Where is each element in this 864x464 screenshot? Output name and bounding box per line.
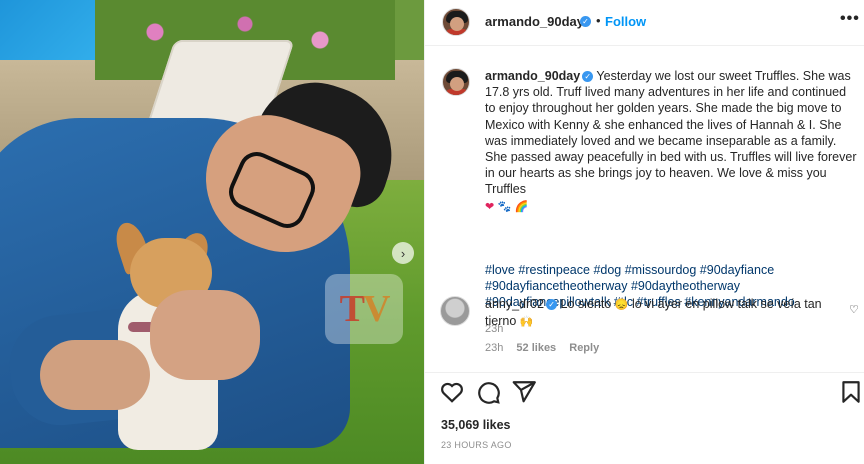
share-paper-plane-icon[interactable] [511,379,537,405]
caption-text: armando_90day ✓ Yesterday we lost our swe… [485,68,857,215]
hashtag-link[interactable]: #90daytheotherway [631,279,740,293]
next-image-chevron-icon[interactable]: › [392,242,414,264]
post-actions: 35,069 likes 23 HOURS AGO [425,372,864,464]
like-heart-icon[interactable] [439,379,465,405]
raising-hands-emoji: 🙌 [519,316,534,329]
author-username[interactable]: armando_90day [485,14,584,29]
more-options-icon[interactable]: ••• [840,10,860,28]
follow-button[interactable]: Follow [605,14,646,29]
person-hand [150,290,260,380]
comment-timestamp[interactable]: 23h [485,342,503,354]
caption-body: Yesterday we lost our sweet Truffles. Sh… [485,69,857,197]
hashtag-link[interactable]: #love [485,263,515,277]
watermark-letter-v: V [362,288,390,330]
commenter-verified-badge-icon: ✓ [546,299,558,311]
verified-badge-icon: ✓ [580,16,591,27]
post-likes-count[interactable]: 35,069 likes [441,418,511,432]
post-timestamp[interactable]: 23 HOURS AGO [441,440,512,450]
separator-dot: • [596,13,601,28]
hashtag-link[interactable]: #restinpeace [518,263,590,277]
caption-author-avatar[interactable] [442,68,470,96]
author-avatar[interactable] [442,8,470,36]
tv-watermark-logo: TV [325,274,403,344]
comment-text: anny_dr02 ✓ Lo siento 😞 lo vi ayer en pil… [485,296,835,330]
comment-likes[interactable]: 52 likes [516,342,556,354]
comment-meta: 23h 52 likes Reply [485,342,609,354]
post-photo[interactable]: TV › [0,0,424,464]
caption-verified-badge-icon: ✓ [582,71,594,83]
comment-bubble-icon[interactable] [475,379,501,405]
commenter-username[interactable]: anny_dr02 [485,297,544,311]
caption-username[interactable]: armando_90day [485,69,580,83]
hashtag-link[interactable]: #90dayfiance [700,263,774,277]
watermark-letter-t: T [339,288,365,330]
save-bookmark-icon[interactable] [838,379,864,405]
hashtag-link[interactable]: #90dayfiancetheotherway [485,279,627,293]
post-header: armando_90day ✓ • Follow ••• [425,0,864,46]
post-detail-panel: armando_90day ✓ • Follow ••• armando_90d… [424,0,864,464]
reply-button[interactable]: Reply [569,342,599,354]
rainbow-emoji: 🌈 [514,200,529,213]
paw-prints-emoji: 🐾 [497,200,512,213]
comment-like-heart-icon[interactable]: ♡ [849,303,859,316]
comment-body-start: Lo siento [557,297,615,311]
hashtag-link[interactable]: #missourdog [625,263,697,277]
red-heart-emoji: ❤ [485,200,495,213]
commenter-avatar[interactable] [440,296,470,326]
hashtag-link[interactable]: #dog [593,263,621,277]
person-hand-left [40,340,150,410]
sad-face-emoji: 😞 [614,299,629,311]
